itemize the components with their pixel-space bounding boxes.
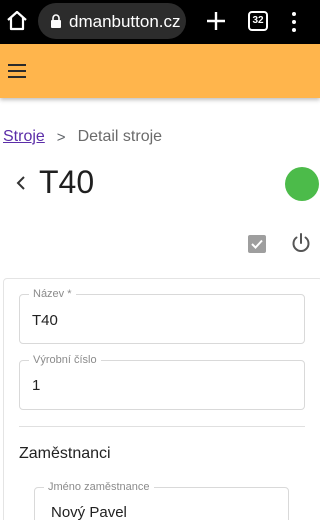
- power-icon[interactable]: [290, 232, 312, 254]
- more-vert-icon[interactable]: [288, 10, 300, 34]
- divider: [19, 426, 305, 427]
- serial-number-value: 1: [32, 377, 41, 394]
- serial-number-label: Výrobní číslo: [29, 354, 101, 366]
- employee-name-value: Nový Pavel: [51, 504, 127, 520]
- name-field[interactable]: Název * T40: [19, 288, 305, 344]
- tab-count-button[interactable]: 32: [248, 11, 268, 31]
- home-icon[interactable]: [4, 8, 30, 34]
- serial-number-field[interactable]: Výrobní číslo 1: [19, 354, 305, 410]
- breadcrumb-separator: >: [56, 128, 66, 146]
- menu-icon[interactable]: [8, 64, 26, 78]
- breadcrumb-current: Detail stroje: [77, 128, 163, 145]
- employees-section-title: Zaměstnanci: [19, 445, 111, 462]
- new-tab-plus-icon[interactable]: [204, 9, 228, 33]
- breadcrumb-link-stroje[interactable]: Stroje: [3, 128, 45, 146]
- lock-icon: [50, 14, 62, 28]
- name-field-label: Název *: [29, 288, 76, 300]
- app-bar: [0, 44, 320, 98]
- name-field-value: T40: [32, 312, 58, 329]
- employee-name-field[interactable]: Jméno zaměstnance Nový Pavel: [34, 481, 289, 520]
- status-indicator: [285, 167, 319, 201]
- chevron-left-icon[interactable]: [14, 174, 28, 192]
- address-bar[interactable]: dmanbutton.cz: [38, 3, 186, 39]
- employee-name-label: Jméno zaměstnance: [44, 481, 154, 493]
- browser-toolbar: dmanbutton.cz 32: [0, 0, 320, 44]
- url-text: dmanbutton.cz: [69, 12, 181, 31]
- page-title: T40: [39, 164, 95, 200]
- machine-form-card: Název * T40 Výrobní číslo 1 Zaměstnanci …: [3, 278, 320, 520]
- check-box-icon[interactable]: [247, 234, 267, 254]
- breadcrumb: Stroje > Detail stroje: [3, 128, 162, 146]
